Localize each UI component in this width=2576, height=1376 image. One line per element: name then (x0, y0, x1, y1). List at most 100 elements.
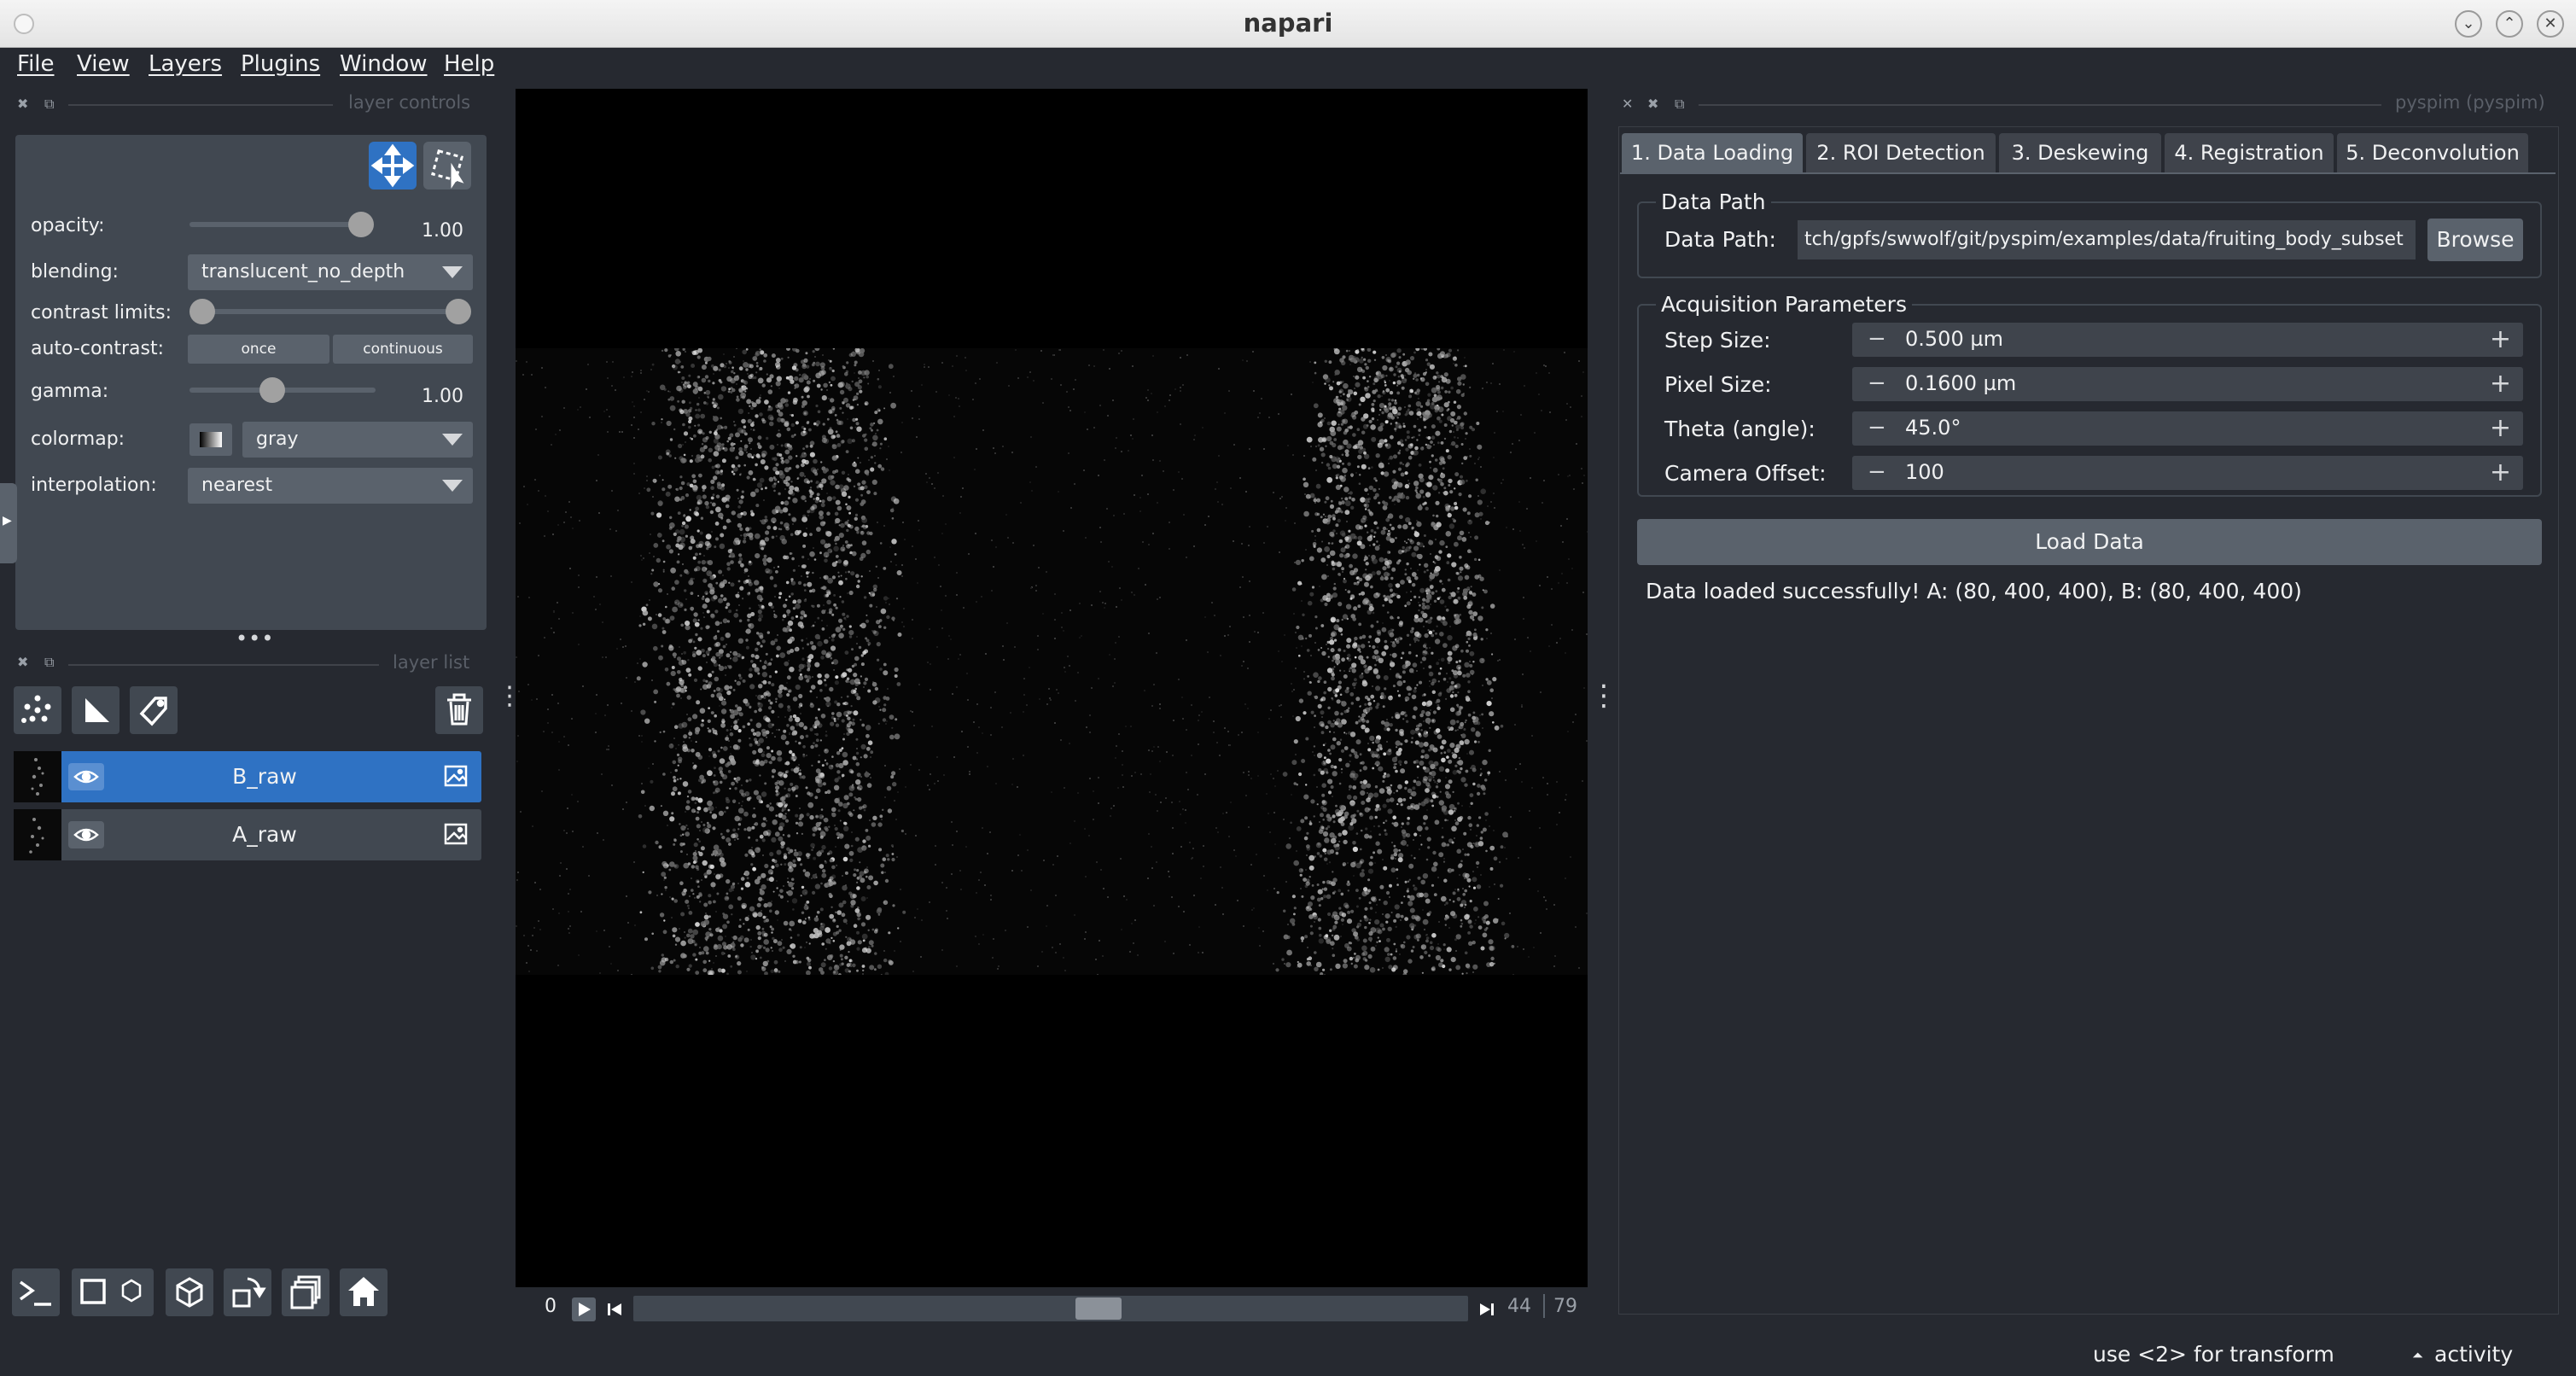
opacity-slider-handle[interactable] (348, 212, 374, 237)
trash-icon (447, 693, 471, 726)
delete-layer-button[interactable] (435, 686, 483, 734)
gamma-slider-handle[interactable] (259, 377, 285, 403)
ndisplay-button[interactable] (72, 1268, 154, 1316)
layer-row-b-raw[interactable]: B_raw (14, 751, 481, 802)
plus-icon[interactable]: + (2490, 413, 2511, 443)
layers-stack-icon (290, 1275, 321, 1309)
menu-layers[interactable]: Layers (149, 51, 222, 77)
activity-button[interactable]: activity (2434, 1342, 2513, 1367)
tab-data-loading[interactable]: 1. Data Loading (1622, 133, 1803, 172)
step-forward-button[interactable] (1475, 1297, 1499, 1321)
close-button[interactable]: ✕ (2537, 10, 2564, 38)
layer-name[interactable]: A_raw (108, 822, 422, 847)
roll-dims-button[interactable] (166, 1268, 213, 1316)
opacity-slider[interactable] (189, 222, 369, 227)
minus-icon[interactable]: − (1868, 459, 1886, 485)
browse-button[interactable]: Browse (2427, 219, 2523, 261)
plus-icon[interactable]: + (2490, 458, 2511, 487)
contrast-limits-label: contrast limits: (31, 302, 172, 324)
dock-expand-handle[interactable]: ▶ (0, 483, 17, 563)
opacity-value: 1.00 (422, 220, 463, 242)
status-hint: use <2> for transform (2093, 1342, 2334, 1367)
cube-icon (176, 1277, 203, 1308)
auto-contrast-once-button[interactable]: once (188, 335, 329, 364)
menu-plugins[interactable]: Plugins (241, 51, 320, 77)
terminal-icon (19, 1280, 51, 1306)
maximize-button[interactable]: ⌃ (2496, 10, 2523, 38)
image-layer-icon (444, 823, 468, 845)
home-button[interactable] (340, 1268, 388, 1316)
minus-icon[interactable]: − (1868, 415, 1886, 440)
frame-divider (1543, 1294, 1545, 1318)
data-path-input[interactable]: tch/gpfs/swwolf/git/pyspim/examples/data… (1798, 220, 2416, 259)
camera-offset-value: 100 (1905, 460, 1944, 484)
rotate-icon (232, 1277, 266, 1308)
colormap-swatch (189, 423, 232, 456)
chevron-down-icon (442, 434, 463, 446)
contrast-limits-slider[interactable] (198, 309, 463, 314)
colormap-select[interactable]: gray (242, 422, 473, 458)
load-data-button[interactable]: Load Data (1637, 519, 2542, 565)
pixel-size-label: Pixel Size: (1664, 372, 1772, 397)
menu-window[interactable]: Window (340, 51, 428, 77)
console-button[interactable] (12, 1268, 60, 1316)
dock-divider (1699, 104, 2381, 106)
splitter-handle-icon[interactable]: ••• (236, 627, 274, 650)
dock-close-icon[interactable]: ✖ (17, 96, 28, 112)
eye-icon (73, 770, 99, 784)
menu-view[interactable]: View (77, 51, 130, 77)
dock-float-icon[interactable]: ⧉ (44, 654, 54, 671)
transform-button[interactable] (423, 142, 471, 189)
tab-deskewing[interactable]: 3. Deskewing (1999, 133, 2161, 172)
menu-help[interactable]: Help (444, 51, 494, 77)
interpolation-select[interactable]: nearest (188, 468, 473, 504)
new-points-layer-button[interactable] (14, 686, 61, 734)
tab-registration[interactable]: 4. Registration (2165, 133, 2334, 172)
minus-icon[interactable]: − (1868, 326, 1886, 352)
visibility-toggle[interactable] (68, 763, 104, 790)
menu-file[interactable]: File (17, 51, 55, 77)
tab-deconvolution[interactable]: 5. Deconvolution (2337, 133, 2528, 172)
theta-spinbox[interactable]: − 45.0° + (1852, 411, 2523, 446)
minimize-button[interactable]: ⌄ (2455, 10, 2482, 38)
camera-offset-spinbox[interactable]: − 100 + (1852, 456, 2523, 490)
transpose-button[interactable] (224, 1268, 271, 1316)
transform-icon (431, 149, 464, 189)
layer-row-a-raw[interactable]: A_raw (14, 809, 481, 860)
tab-roi-detection[interactable]: 2. ROI Detection (1806, 133, 1996, 172)
viewer-canvas[interactable] (516, 89, 1588, 1287)
caret-up-icon[interactable]: ⏶ (2412, 1347, 2423, 1364)
pixel-size-spinbox[interactable]: − 0.1600 µm + (1852, 367, 2523, 401)
new-shapes-layer-button[interactable] (72, 686, 119, 734)
step-size-spinbox[interactable]: − 0.500 µm + (1852, 323, 2523, 357)
new-labels-layer-button[interactable] (130, 686, 178, 734)
dims-track[interactable] (633, 1296, 1468, 1321)
layer-name[interactable]: B_raw (108, 764, 422, 789)
play-button[interactable] (572, 1297, 596, 1321)
grid-view-button[interactable] (282, 1268, 329, 1316)
chevron-down-icon (442, 480, 463, 492)
dock-float-icon[interactable]: ✖ (1647, 96, 1658, 112)
contrast-min-handle[interactable] (189, 299, 215, 324)
dock-close-icon[interactable]: ✕ (1622, 96, 1633, 112)
skip-forward-icon (1480, 1303, 1494, 1315)
vertical-dots-icon[interactable]: ⋮ (1589, 681, 1618, 710)
data-path-label: Data Path: (1664, 227, 1776, 252)
dock-float-icon[interactable]: ⧉ (44, 96, 54, 113)
minus-icon[interactable]: − (1868, 370, 1886, 396)
dock-close-icon[interactable]: ✖ (17, 654, 28, 670)
contrast-max-handle[interactable] (446, 299, 471, 324)
plus-icon[interactable]: + (2490, 324, 2511, 354)
home-icon (348, 1277, 379, 1306)
blending-select[interactable]: translucent_no_depth (188, 254, 473, 290)
dock-undock-icon[interactable]: ⧉ (1675, 96, 1684, 113)
auto-contrast-continuous-button[interactable]: continuous (333, 335, 473, 364)
gamma-value: 1.00 (422, 386, 463, 407)
step-back-button[interactable] (603, 1297, 627, 1321)
2d-3d-toggle-icon (80, 1279, 142, 1304)
pan-zoom-button[interactable] (369, 142, 417, 189)
plus-icon[interactable]: + (2490, 369, 2511, 399)
dims-handle[interactable] (1075, 1297, 1122, 1320)
visibility-toggle[interactable] (68, 821, 104, 848)
colormap-value: gray (256, 429, 299, 450)
